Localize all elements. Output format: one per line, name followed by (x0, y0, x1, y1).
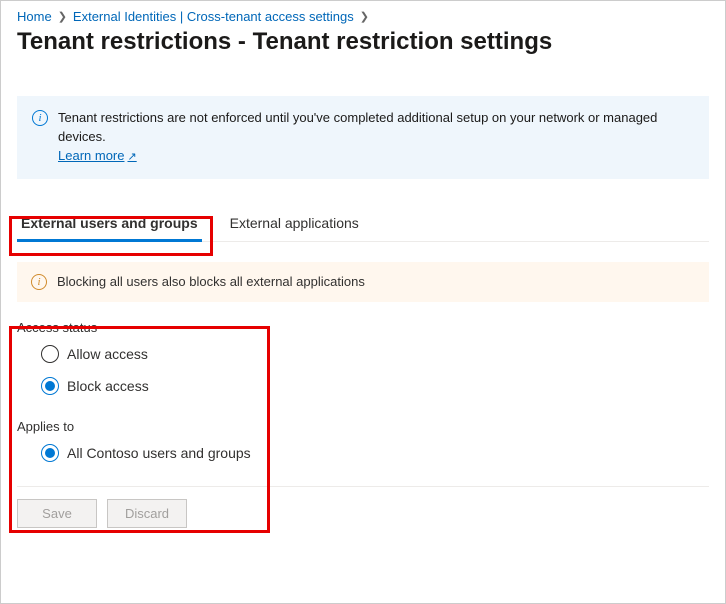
applies-to-label: Applies to (17, 419, 709, 434)
info-icon: i (32, 110, 48, 126)
radio-icon (41, 377, 59, 395)
warning-icon: i (31, 274, 47, 290)
radio-label: All Contoso users and groups (67, 445, 251, 461)
warning-text: Blocking all users also blocks all exter… (57, 274, 365, 289)
radio-icon (41, 444, 59, 462)
footer-actions: Save Discard (17, 486, 709, 540)
discard-button[interactable]: Discard (107, 499, 187, 528)
chevron-right-icon: ❯ (58, 10, 67, 23)
access-status-group: Allow access Block access (17, 345, 709, 395)
radio-allow-access[interactable]: Allow access (41, 345, 709, 363)
radio-label: Allow access (67, 346, 148, 362)
radio-icon (41, 345, 59, 363)
chevron-right-icon: ❯ (360, 10, 369, 23)
access-status-label: Access status (17, 320, 709, 335)
radio-block-access[interactable]: Block access (41, 377, 709, 395)
applies-to-group: All Contoso users and groups (17, 444, 709, 462)
info-banner: i Tenant restrictions are not enforced u… (17, 96, 709, 179)
tab-external-users-groups[interactable]: External users and groups (17, 207, 202, 241)
save-button[interactable]: Save (17, 499, 97, 528)
tab-external-applications[interactable]: External applications (226, 207, 363, 241)
external-link-icon: ↗ (127, 151, 136, 163)
learn-more-link[interactable]: Learn more↗ (58, 148, 137, 163)
breadcrumb-external-identities[interactable]: External Identities | Cross-tenant acces… (73, 9, 354, 24)
breadcrumb: Home ❯ External Identities | Cross-tenan… (17, 9, 709, 24)
radio-all-users-groups[interactable]: All Contoso users and groups (41, 444, 709, 462)
radio-label: Block access (67, 378, 149, 394)
breadcrumb-home[interactable]: Home (17, 9, 52, 24)
warning-banner: i Blocking all users also blocks all ext… (17, 262, 709, 302)
tab-bar: External users and groups External appli… (17, 207, 709, 242)
page-title: Tenant restrictions - Tenant restriction… (17, 28, 709, 56)
info-text: Tenant restrictions are not enforced unt… (58, 110, 657, 144)
